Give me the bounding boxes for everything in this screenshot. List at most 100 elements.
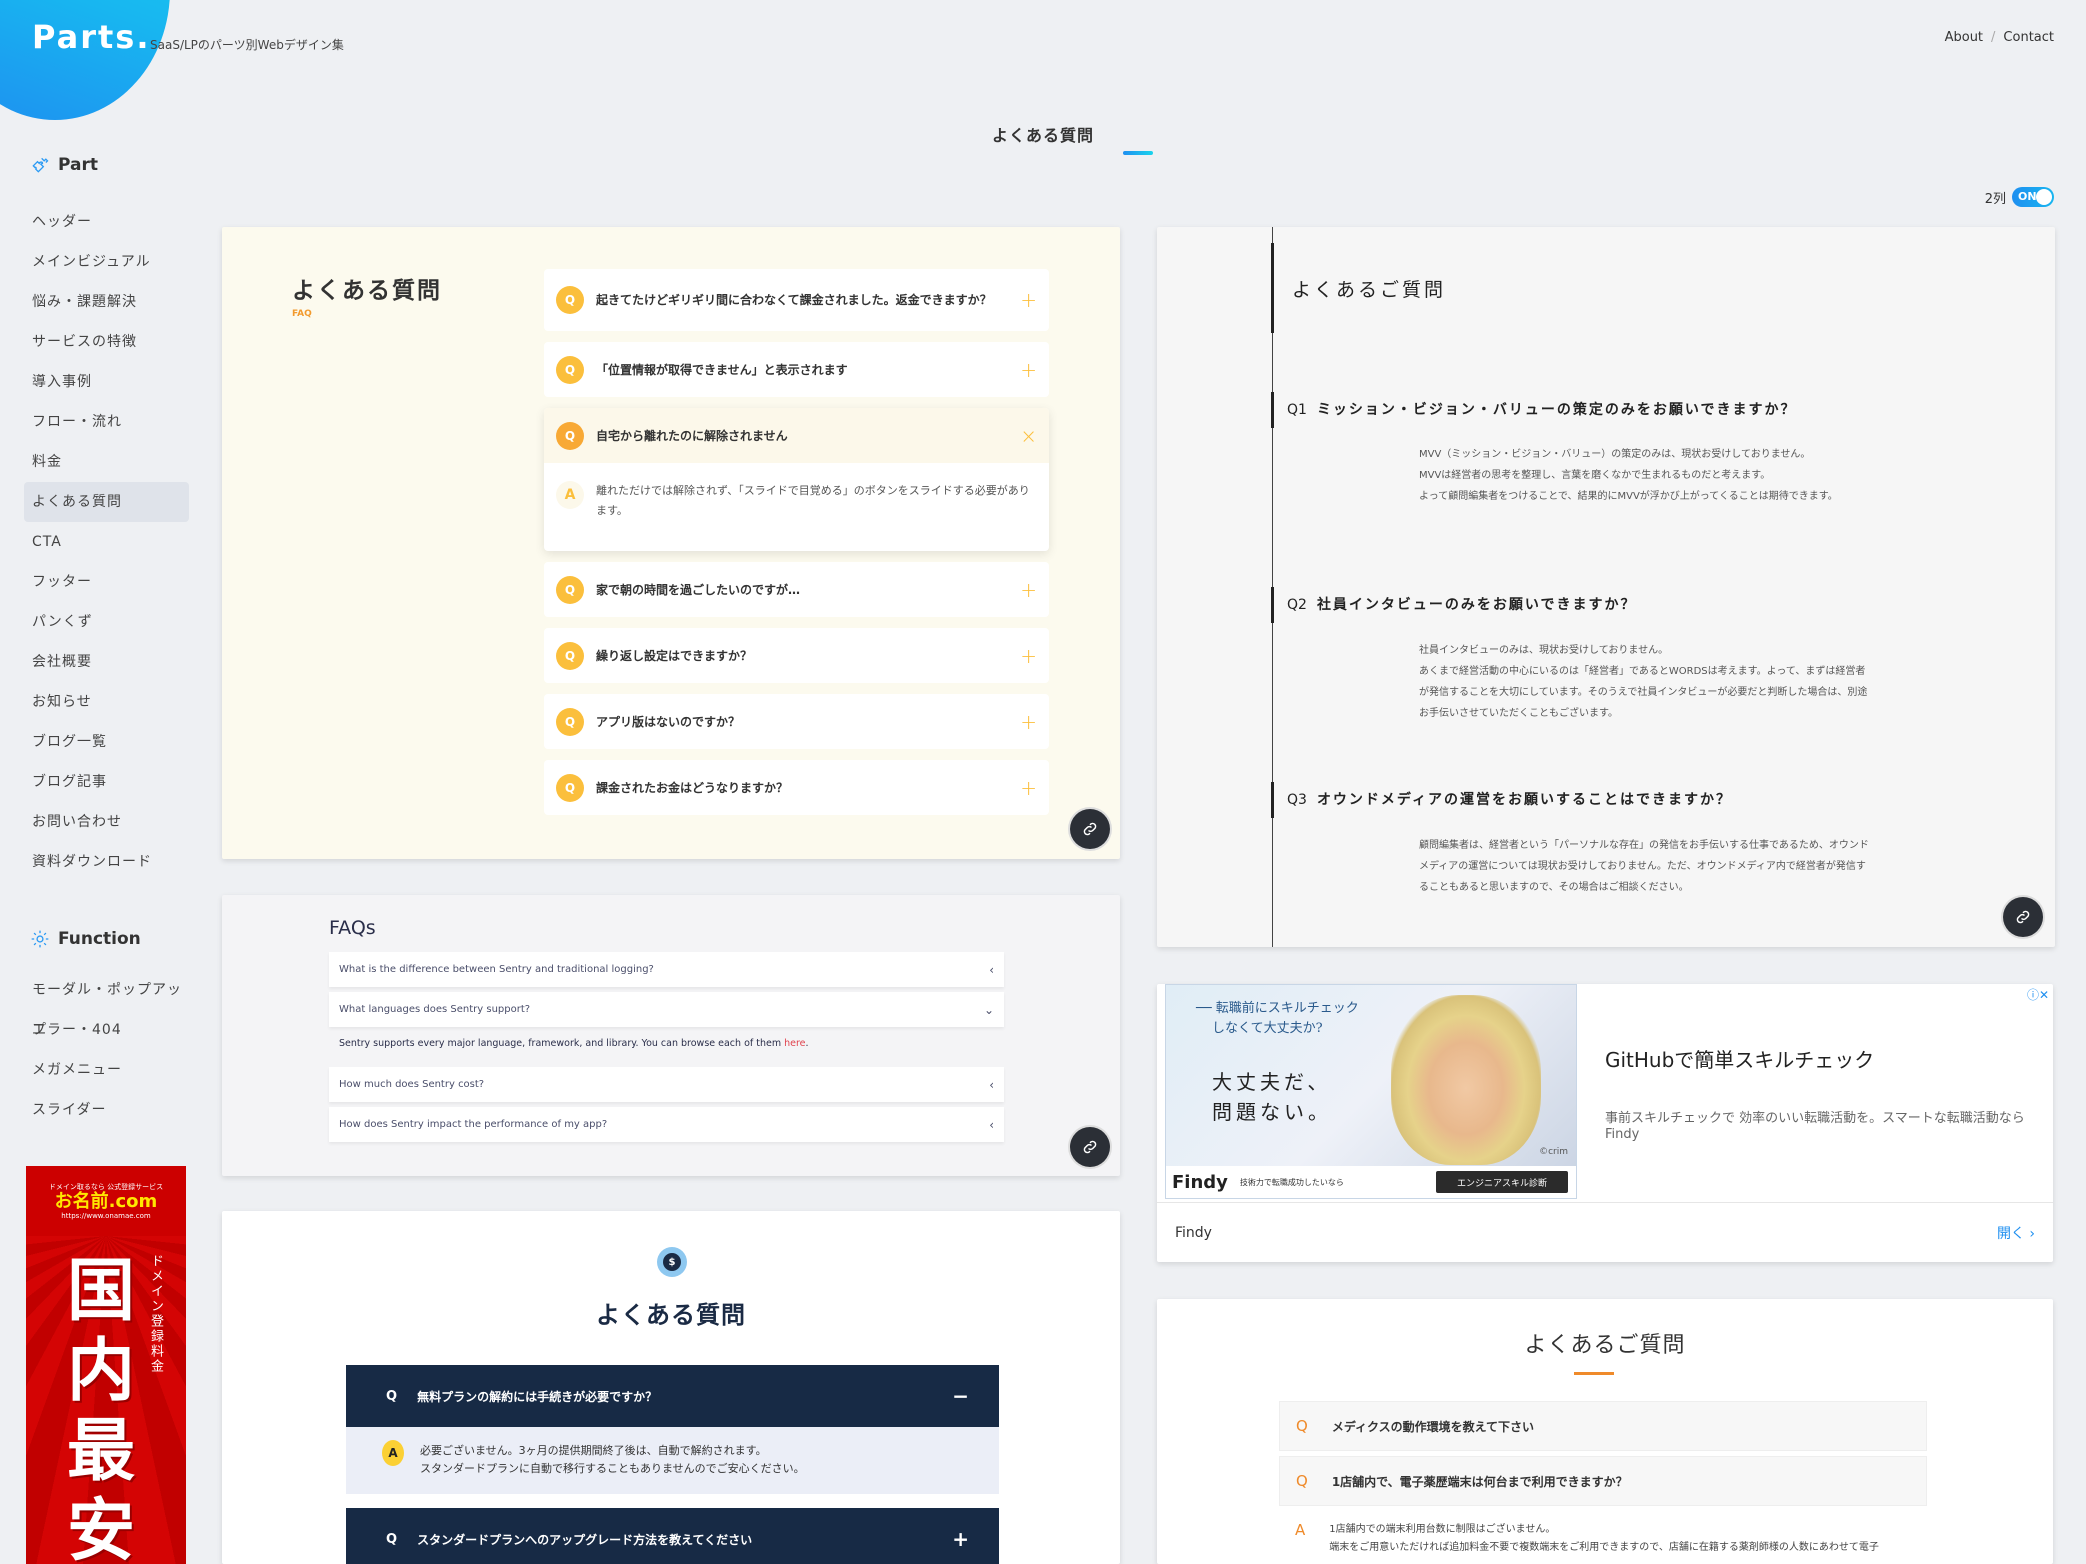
top-nav: About / Contact	[1945, 30, 2054, 45]
plus-icon[interactable]: +	[1020, 578, 1037, 602]
sidebar-item-error-404[interactable]: エラー・404	[24, 1010, 189, 1050]
faq-item[interactable]: Q 課金されたお金はどうなりますか？ +	[544, 760, 1049, 815]
sidebar-item-features[interactable]: サービスの特徴	[24, 322, 189, 362]
question-number: Q2	[1287, 597, 1307, 613]
copy-link-button[interactable]	[2003, 897, 2043, 937]
copy-link-button[interactable]	[1070, 1127, 1110, 1167]
faq-item[interactable]: Q メディクスの動作環境を教えて下さい	[1279, 1401, 1927, 1451]
card-title: FAQs	[329, 917, 376, 939]
ad-choices-icon[interactable]: ⓘ✕	[2027, 986, 2049, 1003]
faq-item[interactable]: What languages does Sentry support? ⌄	[329, 992, 1004, 1027]
ad-headline: 国内最安	[66, 1252, 135, 1564]
close-icon[interactable]: ×	[1020, 424, 1037, 448]
faq-item[interactable]: Q 起きてたけどギリギリ間に合わなくて課金されました。返金できますか？ +	[544, 269, 1049, 331]
chevron-left-icon: ‹	[989, 1077, 994, 1092]
nav-separator: /	[1991, 30, 1996, 45]
title-bar-marker	[1271, 243, 1274, 333]
faq-item[interactable]: Q 1店舗内で、電子薬歴端末は何台まで利用できますか？	[1279, 1456, 1927, 1506]
ad-card[interactable]: ── 転職前にスキルチェック しなくて大丈夫か? 大丈夫だ、 問題ない。 ©cr…	[1157, 984, 2053, 1262]
q-badge-icon: Q	[556, 286, 584, 314]
sidebar-part-list: ヘッダー メインビジュアル 悩み・課題解決 サービスの特徴 導入事例 フロー・流…	[24, 202, 189, 882]
faq-item[interactable]: Q 家で朝の時間を過ごしたいのですが… +	[544, 562, 1049, 617]
sidebar-item-cta[interactable]: CTA	[24, 522, 189, 562]
sidebar-item-slider[interactable]: スライダー	[24, 1090, 189, 1130]
faq-item[interactable]: What is the difference between Sentry an…	[329, 952, 1004, 987]
sidebar-item-news[interactable]: お知らせ	[24, 682, 189, 722]
answer-link[interactable]: here	[784, 1038, 805, 1049]
site-logo[interactable]: Parts.	[32, 18, 150, 56]
ad-cta-button[interactable]: エンジニアスキル診断	[1436, 1171, 1568, 1193]
dollar-icon: $	[663, 1253, 681, 1271]
answer-line: 顧問編集者は、経営者という「パーソナルな存在」の発信をお手伝いする仕事であるため…	[1419, 840, 1869, 893]
faq-item[interactable]: Q 無料プランの解約には手続きが必要ですか？ −	[346, 1365, 999, 1427]
sidebar-item-contact[interactable]: お問い合わせ	[24, 802, 189, 842]
faq-answer-text: 離れただけでは解除されず、「スライドで目覚める」のボタンをスライドする必要があり…	[596, 484, 1030, 517]
sidebar-item-header[interactable]: ヘッダー	[24, 202, 189, 242]
a-badge-icon: A	[382, 1440, 404, 1466]
faq-item[interactable]: How much does Sentry cost? ‹	[329, 1067, 1004, 1102]
ad-brand: お名前.com	[54, 1191, 158, 1212]
faq-card-5: $ よくある質問 Q 無料プランの解約には手続きが必要ですか？ − A 必要ござ…	[222, 1211, 1120, 1564]
minus-icon[interactable]: −	[952, 1384, 969, 1408]
nav-contact-link[interactable]: Contact	[2003, 30, 2054, 45]
faq-item[interactable]: Q 繰り返し設定はできますか？ +	[544, 628, 1049, 683]
faq-list: Q 起きてたけどギリギリ間に合わなくて課金されました。返金できますか？ + Q …	[544, 269, 1049, 826]
sidebar-item-blog-article[interactable]: ブログ記事	[24, 762, 189, 802]
sidebar-item-blog-list[interactable]: ブログ一覧	[24, 722, 189, 762]
card-title: よくあるご質問	[1524, 1333, 1686, 1358]
plus-icon[interactable]: +	[1020, 358, 1037, 382]
faq-question: How does Sentry impact the performance o…	[339, 1119, 608, 1130]
ad-image[interactable]: ── 転職前にスキルチェック しなくて大丈夫か? 大丈夫だ、 問題ない。 ©cr…	[1165, 984, 1577, 1199]
sidebar-item-faq[interactable]: よくある質問	[24, 482, 189, 522]
sidebar-item-footer[interactable]: フッター	[24, 562, 189, 602]
faq-answer: 顧問編集者は、経営者という「パーソナルな存在」の発信をお手伝いする仕事であるため…	[1419, 835, 1869, 898]
sidebar-item-mega-menu[interactable]: メガメニュー	[24, 1050, 189, 1090]
faq-question: What is the difference between Sentry an…	[339, 964, 654, 975]
sidebar-item-modal[interactable]: モーダル・ポップアップ	[24, 970, 189, 1038]
plus-icon[interactable]: +	[952, 1527, 969, 1551]
plus-icon[interactable]: +	[1020, 776, 1037, 800]
column-toggle-switch[interactable]: ON	[2012, 187, 2054, 207]
sidebar-item-problem-solution[interactable]: 悩み・課題解決	[24, 282, 189, 322]
sidebar-ad-banner[interactable]: ドメイン取るなら 公式登録サービス お名前.com https://www.on…	[26, 1166, 186, 1564]
sidebar-item-breadcrumb[interactable]: パンくず	[24, 602, 189, 642]
sidebar: Part ヘッダー メインビジュアル 悩み・課題解決 サービスの特徴 導入事例 …	[24, 150, 189, 1130]
faq-question: 課金されたお金はどうなりますか？	[596, 780, 789, 795]
sidebar-item-pricing[interactable]: 料金	[24, 442, 189, 482]
faq-answer: Sentry supports every major language, fr…	[339, 1038, 809, 1049]
faq-item[interactable]: Q アプリ版はないのですか？ +	[544, 694, 1049, 749]
faq-question: 1店舗内で、電子薬歴端末は何台まで利用できますか？	[1331, 1474, 1628, 1489]
ad-illustration	[1391, 995, 1541, 1165]
ad-title[interactable]: GitHubで簡単スキルチェック	[1605, 1044, 1874, 1073]
sidebar-part-heading-label: Part	[58, 155, 98, 175]
answer-end: .	[805, 1038, 809, 1049]
sidebar-item-flow[interactable]: フロー・流れ	[24, 402, 189, 442]
plus-icon[interactable]: +	[1020, 644, 1037, 668]
plus-icon[interactable]: +	[1020, 710, 1037, 734]
sidebar-item-company[interactable]: 会社概要	[24, 642, 189, 682]
faq-answer-text: Sentry supports every major language, fr…	[339, 1038, 785, 1049]
sidebar-item-case-studies[interactable]: 導入事例	[24, 362, 189, 402]
ad-open-button[interactable]: 開く ›	[1997, 1223, 2035, 1243]
ad-url: https://www.onamae.com	[61, 1212, 151, 1220]
faq-question: 「位置情報が取得できません」と表示されます	[596, 362, 848, 377]
copy-link-button[interactable]	[1070, 809, 1110, 849]
faq-item[interactable]: Q スタンダードプランへのアップグレード方法を教えてください +	[346, 1508, 999, 1564]
sidebar-item-download[interactable]: 資料ダウンロード	[24, 842, 189, 882]
plus-icon[interactable]: +	[1020, 288, 1037, 312]
answer-line: MVVは経営者の思考を整理し、言葉を磨くなかで生まれるものだと考えます。	[1419, 470, 1771, 481]
q-badge-icon: Q	[556, 421, 584, 450]
gear-icon	[31, 930, 49, 948]
faq-item-header[interactable]: Q 自宅から離れたのに解除されません ×	[544, 408, 1049, 463]
faq-item[interactable]: How does Sentry impact the performance o…	[329, 1107, 1004, 1142]
ad-header: ドメイン取るなら 公式登録サービス お名前.com https://www.on…	[26, 1166, 186, 1236]
faq-item[interactable]: Q 「位置情報が取得できません」と表示されます +	[544, 342, 1049, 397]
sidebar-item-main-visual[interactable]: メインビジュアル	[24, 242, 189, 282]
a-label: A	[1295, 1521, 1306, 1539]
q-badge-icon: Q	[556, 707, 584, 736]
faq-question: How much does Sentry cost?	[339, 1079, 485, 1090]
ad-image-headline: 大丈夫だ、 問題ない。	[1212, 1067, 1332, 1127]
q-badge-icon: Q	[556, 575, 584, 604]
nav-about-link[interactable]: About	[1945, 30, 1983, 45]
faq-question: Q3 オウンドメディアの運営をお願いすることはできますか？	[1287, 789, 1732, 809]
